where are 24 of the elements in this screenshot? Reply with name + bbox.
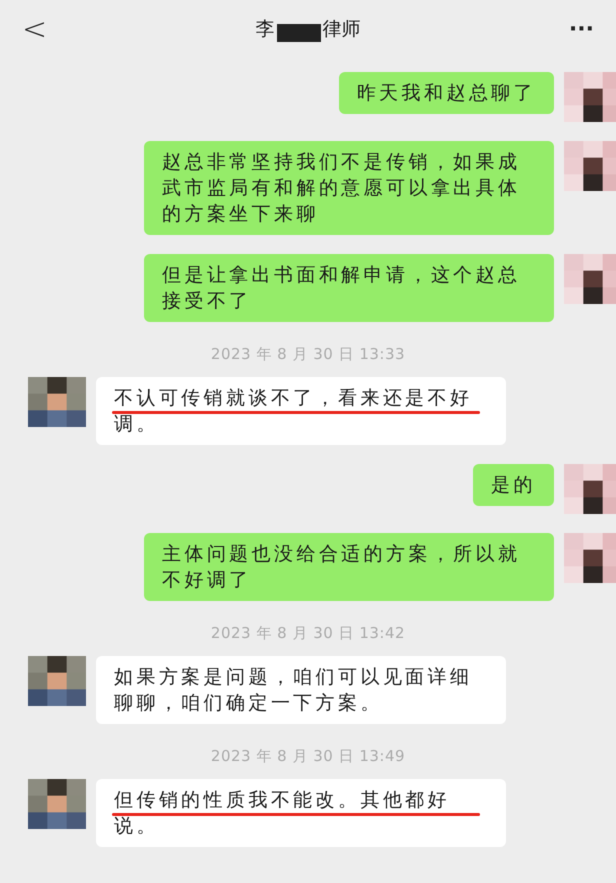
- more-button[interactable]: ···: [568, 16, 594, 42]
- redaction-bar: [276, 24, 321, 42]
- avatar-icon[interactable]: [28, 656, 86, 706]
- message-bubble: 昨天我和赵总聊了: [338, 72, 554, 114]
- timestamp: 2023 年 8 月 30 日 13:49: [210, 747, 406, 766]
- avatar-icon[interactable]: [564, 254, 616, 304]
- message-bubble: 赵总非常坚持我们不是传销，如果成武市监局有和解的意愿可以拿出具体的方案坐下来聊: [144, 141, 554, 235]
- message-bubble: 如果方案是问题，咱们可以见面详细聊聊，咱们确定一下方案。: [96, 656, 506, 724]
- timestamp: 2023 年 8 月 30 日 13:33: [210, 345, 406, 364]
- avatar-icon[interactable]: [564, 72, 616, 122]
- chat-title: 律师: [322, 17, 361, 42]
- timestamp: 2023 年 8 月 30 日 13:42: [210, 624, 406, 643]
- message-bubble: 是的: [473, 464, 554, 506]
- message-bubble: 不认可传销就谈不了，看来还是不好调。: [96, 377, 506, 445]
- avatar-icon[interactable]: [28, 779, 86, 829]
- message-bubble: 主体问题也没给合适的方案，所以就不好调了: [144, 533, 554, 601]
- avatar-icon[interactable]: [564, 533, 616, 583]
- avatar-icon[interactable]: [564, 464, 616, 514]
- message-bubble: 但是让拿出书面和解申请，这个赵总接受不了: [144, 254, 554, 322]
- avatar-icon[interactable]: [564, 141, 616, 191]
- back-button[interactable]: <: [22, 12, 48, 46]
- message-bubble: 但传销的性质我不能改。其他都好说。: [96, 779, 506, 847]
- chat-title: 李: [256, 17, 275, 42]
- avatar-icon[interactable]: [28, 377, 86, 427]
